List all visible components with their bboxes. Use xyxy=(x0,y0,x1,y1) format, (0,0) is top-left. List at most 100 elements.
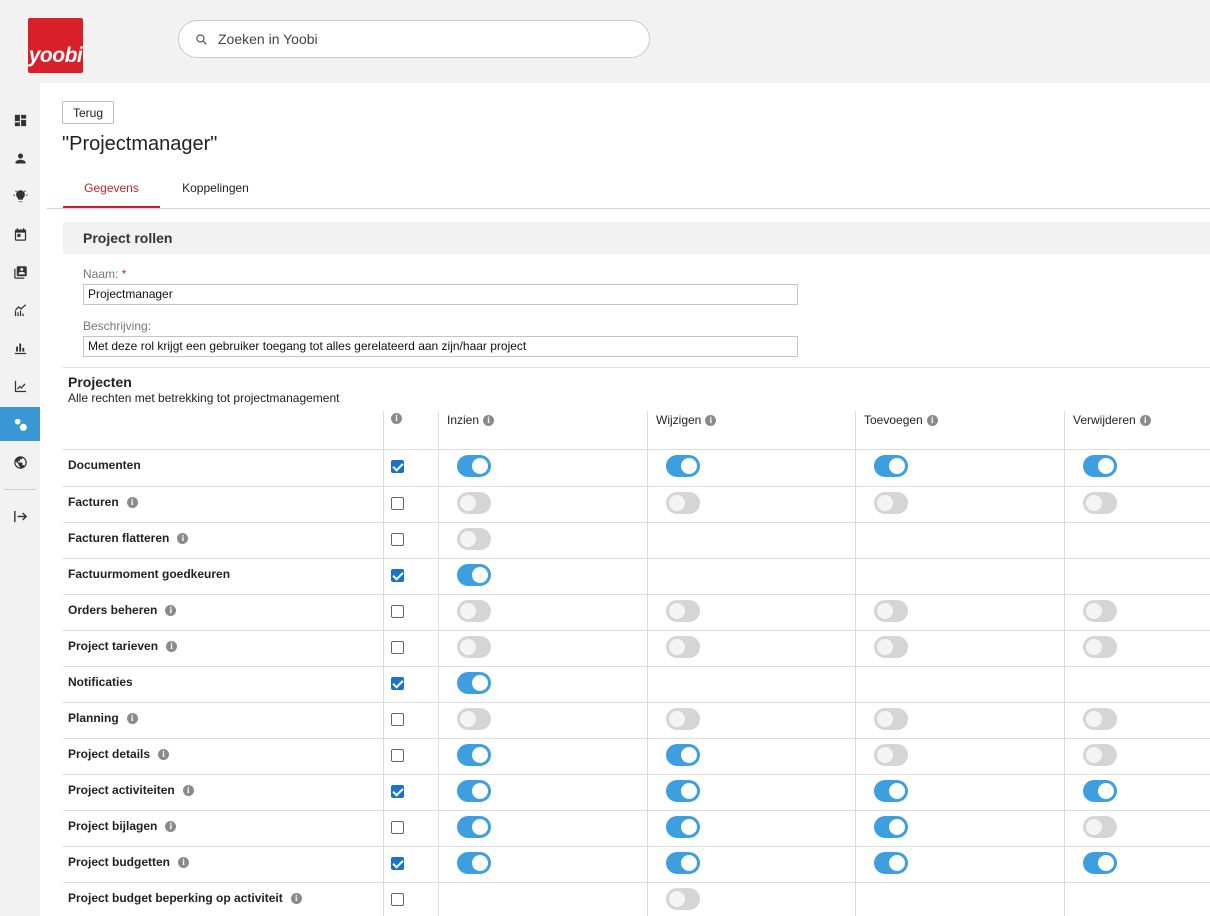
sidebar-item-global[interactable] xyxy=(0,445,40,479)
row-select-checkbox[interactable] xyxy=(391,785,404,798)
permission-toggle-inzien[interactable] xyxy=(457,492,491,514)
sidebar-item-trends[interactable] xyxy=(0,293,40,327)
row-select-checkbox[interactable] xyxy=(391,821,404,834)
permission-toggle-verwijderen[interactable] xyxy=(1083,708,1117,730)
row-select-checkbox[interactable] xyxy=(391,641,404,654)
permission-toggle-verwijderen[interactable] xyxy=(1083,816,1117,838)
permission-toggle-inzien[interactable] xyxy=(457,636,491,658)
permission-toggle-verwijderen[interactable] xyxy=(1083,455,1117,477)
row-select-checkbox[interactable] xyxy=(391,605,404,618)
info-icon[interactable]: i xyxy=(165,820,177,832)
permission-toggle-wijzigen[interactable] xyxy=(666,455,700,477)
permission-row: Planning i xyxy=(63,702,1210,738)
permission-toggle-wijzigen[interactable] xyxy=(666,816,700,838)
sidebar-item-settings[interactable] xyxy=(0,407,40,441)
permission-toggle-toevoegen[interactable] xyxy=(874,816,908,838)
tab-koppelingen[interactable]: Koppelingen xyxy=(168,172,263,208)
sidebar-item-calendar[interactable] xyxy=(0,217,40,251)
row-select-checkbox[interactable] xyxy=(391,569,404,582)
settings-gears-icon xyxy=(14,418,27,431)
permission-toggle-wijzigen[interactable] xyxy=(666,636,700,658)
search-bar[interactable] xyxy=(178,20,650,58)
permission-toggle-inzien[interactable] xyxy=(457,780,491,802)
back-button[interactable]: Terug xyxy=(62,101,114,124)
permission-toggle-inzien[interactable] xyxy=(457,852,491,874)
trend-chart-icon xyxy=(14,303,26,316)
permission-toggle-verwijderen[interactable] xyxy=(1083,852,1117,874)
permission-toggle-toevoegen[interactable] xyxy=(874,636,908,658)
row-select-checkbox[interactable] xyxy=(391,497,404,510)
permission-toggle-inzien[interactable] xyxy=(457,708,491,730)
permission-row: Project budgetten i xyxy=(63,846,1210,882)
permission-toggle-toevoegen[interactable] xyxy=(874,744,908,766)
section-divider xyxy=(63,367,1210,368)
permission-toggle-wijzigen[interactable] xyxy=(666,600,700,622)
search-input[interactable] xyxy=(218,31,618,47)
info-icon[interactable]: i xyxy=(705,414,717,426)
permission-toggle-wijzigen[interactable] xyxy=(666,852,700,874)
sidebar-item-ideas[interactable] xyxy=(0,179,40,213)
row-select-checkbox[interactable] xyxy=(391,460,404,473)
row-select-checkbox[interactable] xyxy=(391,857,404,870)
line-chart-icon xyxy=(14,380,26,392)
permission-toggle-wijzigen[interactable] xyxy=(666,708,700,730)
description-field[interactable]: Met deze rol krijgt een gebruiker toegan… xyxy=(83,336,798,357)
permission-toggle-toevoegen[interactable] xyxy=(874,708,908,730)
sidebar-item-contacts[interactable] xyxy=(0,255,40,289)
select-all-info: i xyxy=(391,413,402,424)
info-icon[interactable]: i xyxy=(177,532,189,544)
permission-toggle-verwijderen[interactable] xyxy=(1083,492,1117,514)
permission-toggle-toevoegen[interactable] xyxy=(874,852,908,874)
sidebar-item-dashboard[interactable] xyxy=(0,103,40,137)
permission-toggle-verwijderen[interactable] xyxy=(1083,600,1117,622)
permission-toggle-inzien[interactable] xyxy=(457,816,491,838)
info-icon[interactable]: i xyxy=(165,604,177,616)
permission-toggle-inzien[interactable] xyxy=(457,672,491,694)
permission-toggle-verwijderen[interactable] xyxy=(1083,780,1117,802)
permission-toggle-wijzigen[interactable] xyxy=(666,492,700,514)
permission-toggle-verwijderen[interactable] xyxy=(1083,636,1117,658)
info-icon[interactable]: i xyxy=(182,784,194,796)
info-icon[interactable]: i xyxy=(166,640,178,652)
row-select-checkbox[interactable] xyxy=(391,749,404,762)
permission-toggle-toevoegen[interactable] xyxy=(874,600,908,622)
permission-toggle-inzien[interactable] xyxy=(457,600,491,622)
info-icon[interactable]: i xyxy=(178,856,190,868)
permission-toggle-verwijderen[interactable] xyxy=(1083,744,1117,766)
permission-toggle-inzien[interactable] xyxy=(457,744,491,766)
info-icon[interactable]: i xyxy=(391,413,402,424)
permission-toggle-toevoegen[interactable] xyxy=(874,780,908,802)
info-icon[interactable]: i xyxy=(483,414,495,426)
sidebar-item-line-reports[interactable] xyxy=(0,369,40,403)
main-content: Terug "Projectmanager" Gegevens Koppelin… xyxy=(40,83,1210,916)
permission-toggle-wijzigen[interactable] xyxy=(666,780,700,802)
permission-toggle-inzien[interactable] xyxy=(457,455,491,477)
sidebar-item-bar-reports[interactable] xyxy=(0,331,40,365)
permission-label: Project tarieven i xyxy=(68,639,178,653)
permission-label: Project details i xyxy=(68,747,170,761)
info-icon[interactable]: i xyxy=(1139,414,1151,426)
sidebar-item-logout[interactable] xyxy=(0,499,40,533)
name-field[interactable]: Projectmanager xyxy=(83,284,798,305)
sidebar-item-users[interactable] xyxy=(0,141,40,175)
info-icon[interactable]: i xyxy=(290,892,302,904)
row-select-checkbox[interactable] xyxy=(391,713,404,726)
row-select-checkbox[interactable] xyxy=(391,677,404,690)
row-select-checkbox[interactable] xyxy=(391,893,404,906)
tab-divider xyxy=(47,208,1210,209)
info-icon[interactable]: i xyxy=(126,712,138,724)
tab-gegevens[interactable]: Gegevens xyxy=(63,172,160,208)
info-icon[interactable]: i xyxy=(126,496,138,508)
permission-toggle-inzien[interactable] xyxy=(457,564,491,586)
permission-toggle-toevoegen[interactable] xyxy=(874,492,908,514)
permission-row: Facturen i xyxy=(63,486,1210,522)
row-select-checkbox[interactable] xyxy=(391,533,404,546)
yoobi-logo[interactable]: yoobi xyxy=(28,18,83,73)
permission-toggle-inzien[interactable] xyxy=(457,528,491,550)
permissions-subheading: Alle rechten met betrekking tot projectm… xyxy=(68,391,340,405)
info-icon[interactable]: i xyxy=(158,748,170,760)
permission-toggle-wijzigen[interactable] xyxy=(666,888,700,910)
permission-toggle-toevoegen[interactable] xyxy=(874,455,908,477)
info-icon[interactable]: i xyxy=(926,414,938,426)
permission-toggle-wijzigen[interactable] xyxy=(666,744,700,766)
